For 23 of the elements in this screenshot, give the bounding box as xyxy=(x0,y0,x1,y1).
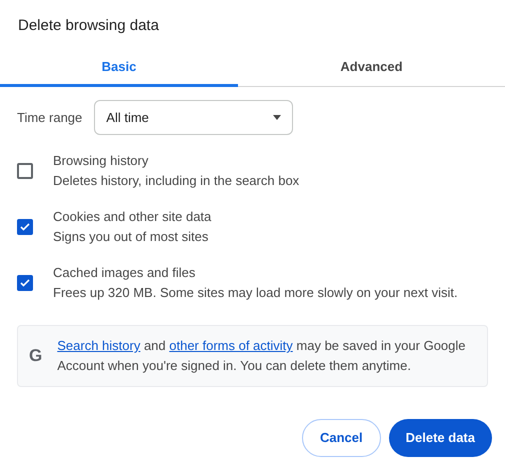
dropdown-arrow-icon xyxy=(273,115,282,120)
option-title: Cached images and files xyxy=(53,265,196,281)
option-description: Signs you out of most sites xyxy=(53,229,210,245)
link[interactable]: Search history xyxy=(57,338,140,353)
checkbox[interactable] xyxy=(17,163,33,179)
option-title: Browsing history xyxy=(53,153,150,169)
time-range-label: Time range xyxy=(17,108,82,127)
link[interactable]: other forms of activity xyxy=(169,338,293,353)
checkmark-icon xyxy=(20,223,30,231)
tab[interactable]: Basic xyxy=(0,50,238,87)
dialog-title: Delete browsing data xyxy=(18,17,159,34)
time-range-dropdown[interactable]: All time xyxy=(94,100,294,135)
option-description: Deletes history, including in the search box xyxy=(53,173,300,189)
checkmark-icon xyxy=(20,279,30,287)
cancel-button[interactable]: Cancel xyxy=(302,419,381,457)
delete-button[interactable]: Delete data xyxy=(388,419,492,457)
google-logo: G xyxy=(28,345,44,368)
option-description: Frees up 320 MB. Some sites may load more slowly on your next visit. xyxy=(53,285,458,301)
tab[interactable]: Advanced xyxy=(238,50,505,87)
checkbox[interactable] xyxy=(17,275,33,291)
checkbox[interactable] xyxy=(17,219,33,235)
option-title: Cookies and other site data xyxy=(53,209,212,225)
account-activity-note: Search history and other forms of activity may be saved in your Google Account when you're signed in. You can delete them anytime. xyxy=(57,337,467,375)
